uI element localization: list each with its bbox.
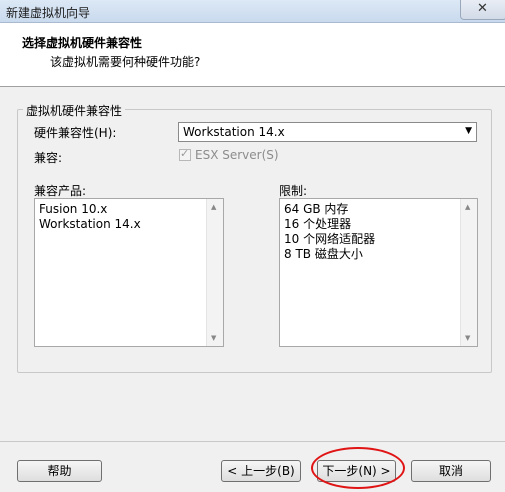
scroll-down-icon[interactable]: ▼ <box>211 334 216 342</box>
scroll-down-icon[interactable]: ▼ <box>465 334 470 342</box>
list-item: 8 TB 磁盘大小 <box>284 247 363 261</box>
scroll-up-icon[interactable]: ▲ <box>465 203 470 211</box>
list-item: Fusion 10.x <box>39 202 108 216</box>
close-button[interactable]: ✕ <box>460 0 505 20</box>
checkmark-icon: ✓ <box>180 147 190 160</box>
help-button[interactable]: 帮助 <box>17 460 102 482</box>
limits-scrollbar[interactable]: ▲ ▼ <box>460 199 477 346</box>
title-bar: 新建虚拟机向导 ✕ <box>0 0 505 23</box>
chevron-down-icon: ▼ <box>465 126 472 136</box>
products-listbox[interactable]: Fusion 10.x Workstation 14.x ▲ ▼ <box>34 198 224 347</box>
page-title: 选择虚拟机硬件兼容性 <box>22 36 143 50</box>
list-item: 16 个处理器 <box>284 217 352 231</box>
compat-label: 硬件兼容性(H): <box>34 126 117 140</box>
compatible-label: 兼容: <box>34 151 63 165</box>
wizard-header: 选择虚拟机硬件兼容性 该虚拟机需要何种硬件功能? <box>0 23 505 87</box>
next-button[interactable]: 下一步(N) > <box>317 460 396 482</box>
close-icon: ✕ <box>477 1 488 16</box>
back-button[interactable]: < 上一步(B) <box>221 460 301 482</box>
compat-select-value: Workstation 14.x <box>183 125 285 139</box>
compat-select[interactable]: Workstation 14.x ▼ <box>178 122 477 142</box>
page-subtitle: 该虚拟机需要何种硬件功能? <box>50 55 201 69</box>
list-item: 10 个网络适配器 <box>284 232 376 246</box>
list-item: 64 GB 内存 <box>284 202 349 216</box>
limits-label: 限制: <box>279 184 308 198</box>
esx-label: ESX Server(S) <box>195 148 279 162</box>
footer-divider <box>0 441 505 443</box>
products-label: 兼容产品: <box>34 184 87 198</box>
group-legend: 虚拟机硬件兼容性 <box>23 102 126 119</box>
cancel-button[interactable]: 取消 <box>411 460 491 482</box>
limits-listbox[interactable]: 64 GB 内存 16 个处理器 10 个网络适配器 8 TB 磁盘大小 ▲ ▼ <box>279 198 478 347</box>
esx-checkbox[interactable]: ✓ <box>179 147 191 161</box>
scroll-up-icon[interactable]: ▲ <box>211 203 216 211</box>
products-scrollbar[interactable]: ▲ ▼ <box>206 199 223 346</box>
list-item: Workstation 14.x <box>39 217 141 231</box>
window-title: 新建虚拟机向导 <box>6 6 91 20</box>
